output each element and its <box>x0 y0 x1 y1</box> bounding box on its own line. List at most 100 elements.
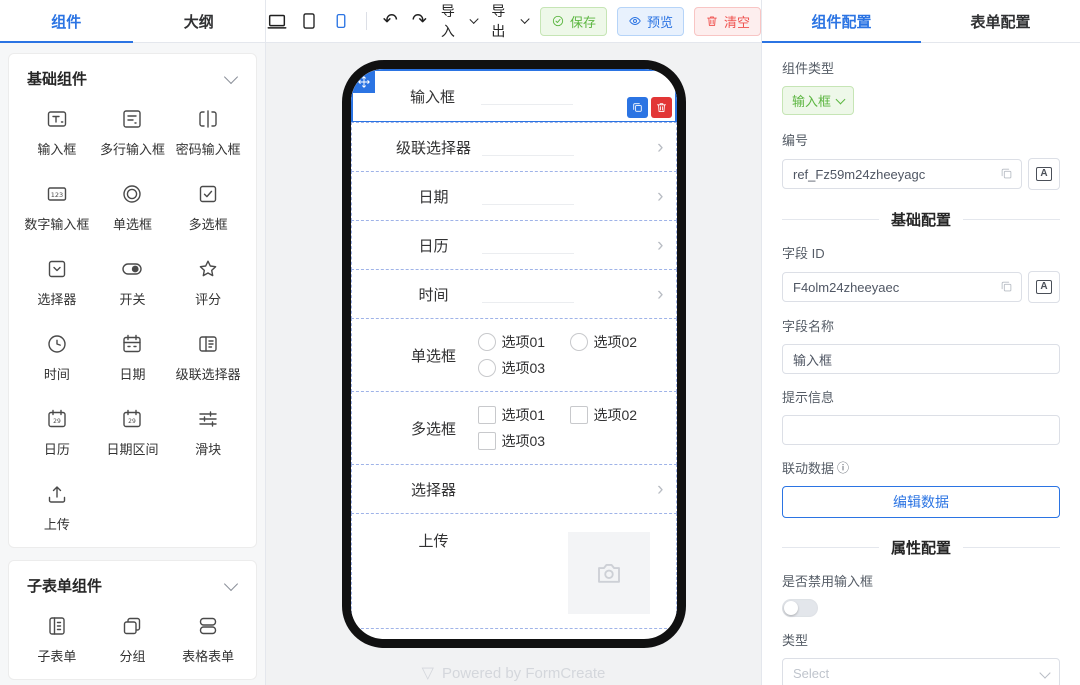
chevron-right-icon <box>657 138 663 157</box>
radio-options: 选项01 选项02 选项03 <box>478 319 662 391</box>
component-item-password[interactable]: 密码输入框 <box>170 107 246 158</box>
checkbox-option[interactable]: 选项01 <box>478 405 570 425</box>
component-item-number[interactable]: 123 数字输入框 <box>19 182 95 233</box>
disable-toggle[interactable] <box>782 599 818 617</box>
section-subform-header[interactable]: 子表单组件 <box>19 573 246 598</box>
import-dropdown[interactable]: 导入 <box>439 1 480 41</box>
component-type-label: 组件类型 <box>782 58 1060 77</box>
component-item-upload[interactable]: 上传 <box>19 482 95 533</box>
canvas-row-time[interactable]: 时间 <box>351 269 677 319</box>
ref-input-wrap <box>782 159 1022 189</box>
export-label: 导出 <box>491 1 516 41</box>
designer-toolbar: 导入 导出 保存 预览 清空 <box>266 0 761 43</box>
device-desktop-button[interactable] <box>266 8 288 34</box>
device-tablet-button[interactable] <box>298 8 320 34</box>
tab-components[interactable]: 组件 <box>0 0 133 42</box>
checkbox-square-icon <box>478 406 496 424</box>
component-item-daterange[interactable]: 29 日期区间 <box>95 407 171 458</box>
preview-label: 预览 <box>647 12 673 31</box>
component-item-group[interactable]: 分组 <box>95 614 171 665</box>
redo-button[interactable] <box>410 12 429 30</box>
clear-button[interactable]: 清空 <box>694 7 761 36</box>
field-label: 上传 <box>390 530 478 551</box>
tab-outline[interactable]: 大纲 <box>133 0 266 42</box>
drag-handle[interactable] <box>353 71 375 93</box>
radio-option[interactable]: 选项02 <box>570 332 662 352</box>
tableform-icon <box>196 614 220 638</box>
checkbox-option[interactable]: 选项03 <box>478 431 570 451</box>
canvas-row-checkbox[interactable]: 多选框 选项01 选项02 选项03 <box>351 391 677 465</box>
component-item-textarea[interactable]: 多行输入框 <box>95 107 171 158</box>
hint-input[interactable] <box>782 415 1060 445</box>
canvas-row-radio[interactable]: 单选框 选项01 选项02 选项03 <box>351 318 677 392</box>
radio-option[interactable]: 选项01 <box>478 332 570 352</box>
canvas-row-upload[interactable]: 上传 <box>351 513 677 629</box>
canvas-row-select[interactable]: 选择器 <box>351 464 677 514</box>
component-item-label: 时间 <box>44 364 70 383</box>
export-dropdown[interactable]: 导出 <box>489 1 530 41</box>
component-item-label: 表格表单 <box>182 646 234 665</box>
font-A-button[interactable]: A <box>1028 271 1060 303</box>
field-name-label: 字段名称 <box>782 316 1060 335</box>
svg-text:29: 29 <box>53 418 61 425</box>
component-item-cascader[interactable]: 级联选择器 <box>170 332 246 383</box>
component-library-panel: 组件 大纲 基础组件 输入框 多行输入框 <box>0 0 266 685</box>
component-item-select[interactable]: 选择器 <box>19 257 95 308</box>
ref-input[interactable] <box>782 159 1022 189</box>
component-item-time[interactable]: 时间 <box>19 332 95 383</box>
upload-placeholder-box[interactable] <box>568 532 650 614</box>
canvas-row-calendar[interactable]: 日历 <box>351 220 677 270</box>
type-select[interactable] <box>782 658 1060 685</box>
component-item-subform[interactable]: 子表单 <box>19 614 95 665</box>
canvas-row-cascader[interactable]: 级联选择器 <box>351 122 677 172</box>
copy-button[interactable] <box>999 279 1014 299</box>
component-item-calendar[interactable]: 29 日历 <box>19 407 95 458</box>
undo-button[interactable] <box>381 12 400 30</box>
component-grid: 输入框 多行输入框 密码输入框 123 数字输入框 <box>19 107 246 533</box>
device-mobile-button[interactable] <box>330 8 352 34</box>
component-item-label: 级联选择器 <box>176 364 241 383</box>
tab-form-config[interactable]: 表单配置 <box>921 0 1080 42</box>
component-item-radio[interactable]: 单选框 <box>95 182 171 233</box>
canvas-row-input[interactable]: 输入框 <box>351 69 677 123</box>
component-item-label: 多行输入框 <box>100 139 165 158</box>
chevron-right-icon <box>657 285 663 304</box>
field-id-label: 字段 ID <box>782 243 1060 262</box>
component-library-body: 基础组件 输入框 多行输入框 密码输入框 <box>0 43 265 685</box>
config-body: 组件类型 输入框 编号 A 基础配置 字段 ID <box>762 43 1080 685</box>
upload-icon <box>45 482 69 506</box>
save-button[interactable]: 保存 <box>540 7 607 36</box>
delete-component-button[interactable] <box>651 97 672 118</box>
component-item-label: 选择器 <box>37 289 76 308</box>
right-tabs: 组件配置 表单配置 <box>762 0 1080 43</box>
radio-option[interactable]: 选项03 <box>478 358 570 378</box>
canvas-row-date[interactable]: 日期 <box>351 171 677 221</box>
component-item-switch[interactable]: 开关 <box>95 257 171 308</box>
trash-icon <box>705 14 719 28</box>
field-label: 日期 <box>390 186 478 207</box>
component-type-tag[interactable]: 输入框 <box>782 86 854 115</box>
type-label: 类型 <box>782 630 1060 649</box>
watermark: Powered by FormCreate <box>266 663 761 683</box>
design-canvas[interactable]: 输入框 级联选择器 <box>266 43 761 685</box>
copy-component-button[interactable] <box>627 97 648 118</box>
component-item-date[interactable]: 日期 <box>95 332 171 383</box>
ref-label: 编号 <box>782 130 1060 149</box>
checkbox-option[interactable]: 选项02 <box>570 405 662 425</box>
svg-text:29: 29 <box>129 418 137 425</box>
component-item-slider[interactable]: 滑块 <box>170 407 246 458</box>
component-item-tableform[interactable]: 表格表单 <box>170 614 246 665</box>
component-item-rate[interactable]: 评分 <box>170 257 246 308</box>
component-item-input[interactable]: 输入框 <box>19 107 95 158</box>
edit-data-button[interactable]: 编辑数据 <box>782 486 1060 518</box>
section-basic-header[interactable]: 基础组件 <box>19 66 246 91</box>
copy-button[interactable] <box>999 166 1014 186</box>
field-name-input[interactable] <box>782 344 1060 374</box>
component-item-checkbox[interactable]: 多选框 <box>170 182 246 233</box>
tab-component-config[interactable]: 组件配置 <box>762 0 921 42</box>
section-basic-config: 基础配置 <box>782 209 1060 230</box>
field-id-input[interactable] <box>782 272 1022 302</box>
radio-icon <box>120 182 144 206</box>
preview-button[interactable]: 预览 <box>617 7 684 36</box>
font-A-button[interactable]: A <box>1028 158 1060 190</box>
